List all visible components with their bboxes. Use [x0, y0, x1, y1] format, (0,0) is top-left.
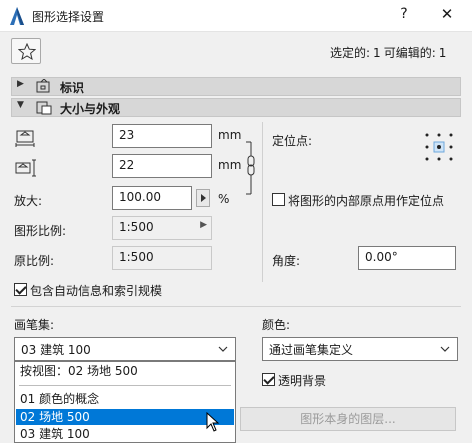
star-icon	[18, 43, 36, 60]
drawing-scale-value: 1:500	[119, 220, 154, 234]
drawing-scale-label: 图形比例:	[14, 224, 67, 238]
scale-arrow-icon: ▶	[200, 220, 207, 230]
transparent-bg-label: 透明背景	[278, 374, 327, 388]
favorites-button[interactable]	[11, 38, 41, 64]
drawing-scale-field: 1:500 ▶	[112, 216, 212, 240]
editable-count: 1	[438, 46, 447, 60]
original-scale-label: 原比例:	[14, 254, 55, 268]
chevron-down-icon	[439, 340, 451, 361]
penset-dropdown[interactable]: 03 建筑 100	[14, 337, 236, 361]
list-item[interactable]: 01 颜色的概念	[16, 391, 234, 407]
anchor-label: 定位点:	[272, 134, 313, 148]
expand-arrow-icon: ▶	[17, 79, 24, 89]
height-icon	[14, 158, 38, 178]
width-unit: mm	[218, 128, 242, 142]
section-size-header[interactable]: ▼ 大小与外观	[11, 98, 461, 117]
own-layers-button[interactable]: 图形本身的图层...	[240, 407, 456, 431]
vertical-divider	[262, 122, 263, 282]
angle-input[interactable]: 0.00°	[358, 246, 456, 270]
original-scale-field: 1:500	[112, 246, 212, 270]
id-section-icon	[36, 78, 52, 94]
size-section-icon	[36, 100, 52, 115]
height-unit: mm	[218, 158, 242, 172]
mouse-cursor-icon	[206, 411, 220, 432]
penset-value: 03 建筑 100	[21, 343, 91, 357]
use-origin-label: 将图形的内部原点用作定位点	[288, 194, 445, 208]
selected-count: 1	[373, 46, 381, 60]
magnify-label: 放大:	[14, 194, 43, 208]
section-id-header[interactable]: ▶ 标识	[11, 77, 461, 96]
width-icon	[14, 128, 38, 148]
include-autotext-label: 包含自动信息和索引规模	[30, 284, 163, 298]
collapse-arrow-icon: ▼	[17, 100, 24, 110]
play-arrow-icon	[201, 194, 206, 202]
chevron-down-icon	[217, 340, 229, 361]
color-label: 颜色:	[262, 318, 291, 332]
list-item[interactable]: 03 建筑 100	[16, 426, 234, 442]
selected-label: 选定的:	[330, 46, 371, 60]
color-dropdown[interactable]: 通过画笔集定义	[262, 337, 458, 361]
transparent-bg-checkbox[interactable]	[262, 373, 275, 386]
penset-label: 画笔集:	[14, 318, 55, 332]
title-bar: 图形选择设置 ? ✕	[0, 0, 472, 32]
list-item-selected[interactable]: 02 场地 500	[16, 409, 234, 425]
help-button[interactable]: ?	[393, 6, 415, 26]
window-title: 图形选择设置	[32, 10, 105, 24]
list-separator	[19, 385, 231, 386]
height-input[interactable]: 22	[112, 154, 212, 178]
archicad-logo-icon	[8, 6, 26, 26]
section-size-label: 大小与外观	[60, 102, 121, 116]
anchor-point-grid[interactable]	[424, 132, 454, 162]
penset-dropdown-list: 按视图：02 场地 500 01 颜色的概念 02 场地 500 03 建筑 1…	[14, 361, 236, 443]
close-button[interactable]: ✕	[436, 5, 458, 25]
editable-label: 可编辑的:	[383, 46, 436, 60]
percent-unit: %	[218, 192, 230, 206]
selection-info: 选定的: 1 可编辑的: 1	[330, 44, 449, 61]
use-origin-checkbox[interactable]	[272, 193, 285, 206]
section-id-label: 标识	[60, 81, 85, 95]
color-value: 通过画笔集定义	[269, 343, 354, 357]
magnify-arrow-button[interactable]	[196, 189, 210, 207]
magnify-input[interactable]: 100.00	[112, 186, 192, 210]
angle-label: 角度:	[272, 254, 301, 268]
list-item[interactable]: 按视图：02 场地 500	[16, 363, 234, 379]
chain-link-icon[interactable]	[245, 138, 257, 198]
width-input[interactable]: 23	[112, 124, 212, 148]
section-divider	[11, 306, 461, 307]
include-autotext-checkbox[interactable]	[14, 283, 27, 296]
